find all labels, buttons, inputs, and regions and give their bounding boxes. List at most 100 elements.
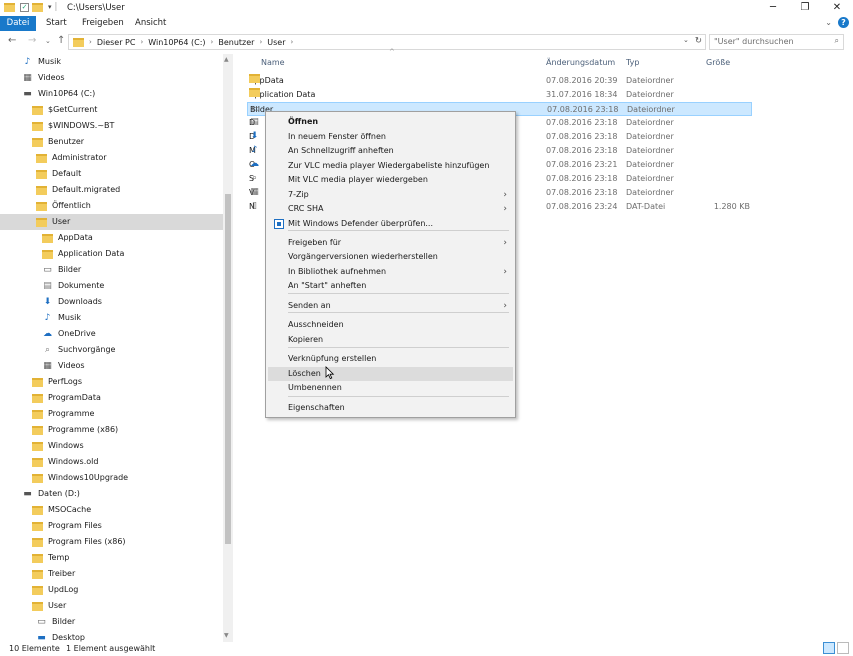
maximize-button[interactable]: ❐	[789, 0, 821, 15]
menu-item[interactable]: Ausschneiden	[268, 318, 513, 332]
menu-item[interactable]: Verknüpfung erstellen	[268, 352, 513, 366]
nav-item[interactable]: Default	[36, 166, 81, 182]
nav-item[interactable]: AppData	[42, 230, 93, 246]
up-button[interactable]: ↑	[57, 35, 65, 46]
menu-item[interactable]: Vorgängerversionen wiederherstellen	[268, 250, 513, 264]
nav-item[interactable]: ▭ Bilder	[42, 262, 81, 278]
nav-item[interactable]: ♪ Musik	[22, 54, 61, 70]
nav-item[interactable]: Öffentlich	[36, 198, 91, 214]
column-date[interactable]: Änderungsdatum	[546, 58, 615, 67]
nav-item[interactable]: ▬ Desktop	[36, 630, 85, 642]
nav-item[interactable]: Windows10Upgrade	[32, 470, 128, 486]
menu-item[interactable]: Freigeben für ›	[268, 236, 513, 250]
tab-datei[interactable]: Datei	[0, 16, 36, 31]
nav-item[interactable]: Benutzer	[32, 134, 84, 150]
tab-ansicht[interactable]: Ansicht	[127, 16, 174, 31]
nav-item[interactable]: Application Data	[42, 246, 124, 262]
large-icons-view-button[interactable]	[837, 642, 849, 654]
menu-item[interactable]: Umbenennen	[268, 381, 513, 395]
minimize-button[interactable]: ─	[757, 0, 789, 15]
chevron-right-icon[interactable]: ›	[140, 38, 143, 46]
menu-item[interactable]: 7-Zip ›	[268, 188, 513, 202]
menu-item[interactable]: Zur VLC media player Wiedergabeliste hin…	[268, 159, 513, 173]
scroll-down-icon[interactable]: ▼	[224, 632, 229, 639]
chevron-right-icon[interactable]: ›	[259, 38, 262, 46]
nav-item[interactable]: ▦ Videos	[42, 358, 84, 374]
nav-item[interactable]: Windows.old	[32, 454, 98, 470]
properties-icon[interactable]: ✓	[20, 2, 29, 12]
menu-item[interactable]: In Bibliothek aufnehmen ›	[268, 265, 513, 279]
column-type[interactable]: Typ	[626, 58, 639, 67]
nav-item[interactable]: ⬇ Downloads	[42, 294, 102, 310]
menu-item[interactable]: An "Start" anheften	[268, 279, 513, 293]
nav-scrollbar[interactable]: ▲ ▼	[223, 54, 233, 642]
nav-item[interactable]: ▬ Win10P64 (C:)	[22, 86, 95, 102]
folder-icon	[42, 233, 53, 243]
scroll-up-icon[interactable]: ▲	[224, 56, 229, 63]
nav-item[interactable]: Programme (x86)	[32, 422, 118, 438]
refresh-icon[interactable]: ↻	[695, 36, 702, 46]
music-icon: ♪	[251, 144, 258, 155]
nav-item[interactable]: ▬ Daten (D:)	[22, 486, 80, 502]
nav-item[interactable]: ⌕ Suchvorgänge	[42, 342, 115, 358]
menu-item[interactable]: Eigenschaften	[268, 401, 513, 415]
breadcrumb-benutzer[interactable]: Benutzer	[218, 38, 254, 47]
nav-item[interactable]: Treiber	[32, 566, 75, 582]
recent-locations-icon[interactable]: ⌄	[45, 37, 51, 45]
nav-item[interactable]: ♪ Musik	[42, 310, 81, 326]
close-button[interactable]: ✕	[821, 0, 853, 15]
nav-item[interactable]: Temp	[32, 550, 69, 566]
new-folder-icon[interactable]	[32, 2, 43, 12]
nav-item[interactable]: Program Files	[32, 518, 102, 534]
menu-item[interactable]: Löschen	[268, 367, 513, 381]
details-view-button[interactable]	[823, 642, 835, 654]
menu-item[interactable]: CRC SHA ›	[268, 202, 513, 216]
menu-item[interactable]: An Schnellzugriff anheften	[268, 144, 513, 158]
help-icon[interactable]: ?	[838, 17, 849, 28]
expand-ribbon-icon[interactable]: ⌄	[825, 18, 832, 27]
breadcrumb-user[interactable]: User	[267, 38, 285, 47]
nav-item[interactable]: ☁ OneDrive	[42, 326, 96, 342]
nav-item[interactable]: PerfLogs	[32, 374, 82, 390]
nav-item[interactable]: Program Files (x86)	[32, 534, 126, 550]
column-size[interactable]: Größe	[706, 58, 730, 67]
nav-item[interactable]: Windows	[32, 438, 84, 454]
column-name[interactable]: Name	[261, 58, 285, 67]
tab-freigeben[interactable]: Freigeben	[74, 16, 132, 31]
forward-button[interactable]: →	[28, 35, 36, 46]
menu-item[interactable]: In neuem Fenster öffnen	[268, 130, 513, 144]
chevron-right-icon[interactable]: ›	[291, 38, 294, 46]
nav-item[interactable]: Default.migrated	[36, 182, 120, 198]
nav-item[interactable]: ▭ Bilder	[36, 614, 75, 630]
breadcrumb-drive-c[interactable]: Win10P64 (C:)	[148, 38, 205, 47]
nav-item[interactable]: $WINDOWS.~BT	[32, 118, 114, 134]
nav-item[interactable]: ProgramData	[32, 390, 101, 406]
nav-item[interactable]: ▦ Videos	[22, 70, 64, 86]
nav-item[interactable]: Programme	[32, 406, 94, 422]
nav-item[interactable]: MSOCache	[32, 502, 91, 518]
back-button[interactable]: ←	[8, 35, 16, 46]
nav-item[interactable]: ▤ Dokumente	[42, 278, 104, 294]
nav-item-label: Desktop	[52, 633, 85, 642]
table-row[interactable]: AppData 07.08.2016 20:39 Dateiordner	[247, 74, 752, 88]
nav-item[interactable]: User	[32, 598, 66, 614]
customize-toolbar-icon[interactable]: ▾	[48, 3, 52, 11]
search-input[interactable]: "User" durchsuchen ⌕	[709, 34, 844, 50]
nav-item[interactable]: UpdLog	[32, 582, 78, 598]
chevron-down-icon[interactable]: ⌄	[683, 36, 689, 46]
title-bar: ✓ ▾ | C:\Users\User ─ ❐ ✕	[0, 0, 853, 15]
chevron-right-icon[interactable]: ›	[211, 38, 214, 46]
menu-item[interactable]: Senden an ›	[268, 299, 513, 313]
breadcrumb-dieser-pc[interactable]: Dieser PC	[97, 38, 136, 47]
nav-item[interactable]: User	[0, 214, 223, 230]
nav-item[interactable]: Administrator	[36, 150, 107, 166]
menu-item[interactable]: Mit Windows Defender überprüfen...	[268, 217, 513, 231]
address-bar[interactable]: › Dieser PC › Win10P64 (C:) › Benutzer ›…	[68, 34, 706, 50]
table-row[interactable]: Application Data 31.07.2016 18:34 Dateiord…	[247, 88, 752, 102]
menu-item[interactable]: Mit VLC media player wiedergeben	[268, 173, 513, 187]
scrollbar-thumb[interactable]	[225, 194, 231, 544]
nav-item[interactable]: $GetCurrent	[32, 102, 97, 118]
tab-start[interactable]: Start	[38, 16, 75, 31]
menu-item[interactable]: Kopieren	[268, 333, 513, 347]
menu-item[interactable]: Öffnen	[268, 115, 513, 129]
